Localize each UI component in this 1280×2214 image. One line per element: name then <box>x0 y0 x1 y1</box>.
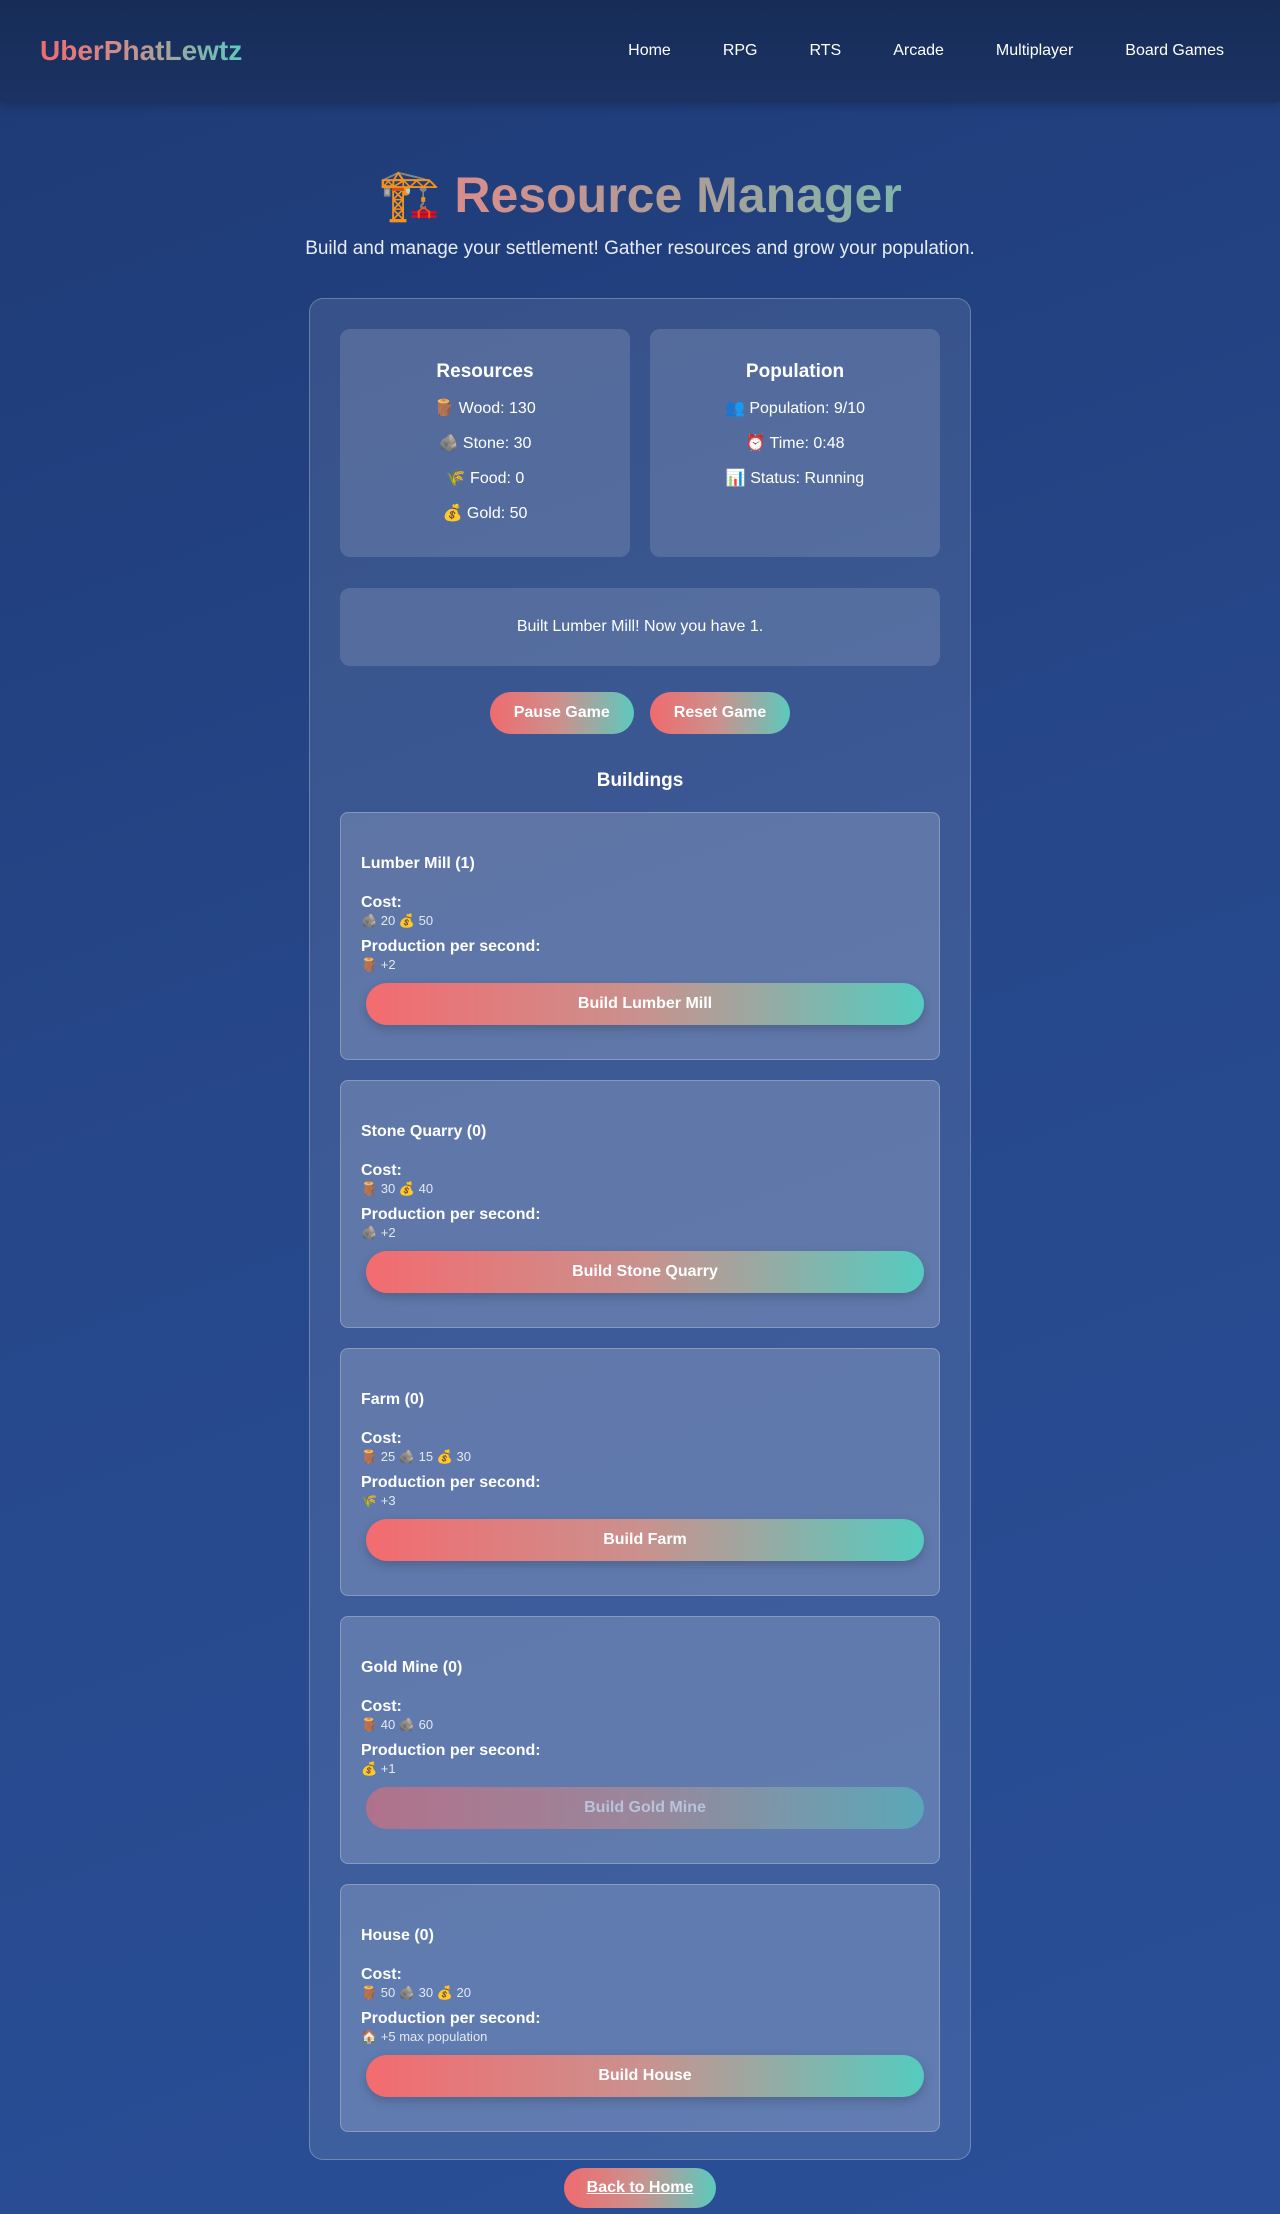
wood-stat: 🪵 Wood: 130 <box>434 400 536 417</box>
construction-icon: 🏗️ <box>378 167 441 223</box>
nav-link-multiplayer[interactable]: Multiplayer <box>970 42 1099 60</box>
build-gold-mine-button[interactable]: Build Gold Mine <box>366 1787 924 1829</box>
build-stone-quarry-button[interactable]: Build Stone Quarry <box>366 1251 924 1293</box>
cost-label: Cost: <box>361 1966 402 1983</box>
page-title-text: Resource Manager <box>454 167 902 223</box>
page-title: 🏗️ Resource Manager <box>0 162 1280 228</box>
building-name: House (0) <box>361 1927 434 1944</box>
message-box: Built Lumber Mill! Now you have 1. <box>340 588 940 666</box>
building-card-stone-quarry: Stone Quarry (0) Cost: 🪵 30 💰 40 Product… <box>340 1080 940 1328</box>
production-value: 🌾 +3 <box>361 1493 396 1508</box>
production-label: Production per second: <box>361 1474 541 1491</box>
resources-title: Resources <box>436 361 534 382</box>
production-label: Production per second: <box>361 938 541 955</box>
population-card: Population 👥 Population: 9/10 ⏰ Time: 0:… <box>650 329 940 557</box>
cost-label: Cost: <box>361 1430 402 1447</box>
cost-label: Cost: <box>361 1698 402 1715</box>
nav-links: Home RPG RTS Arcade Multiplayer Board Ga… <box>602 42 1240 60</box>
cost-value: 🪵 30 💰 40 <box>361 1181 434 1196</box>
nav-link-rts[interactable]: RTS <box>784 42 868 60</box>
build-lumber-mill-button[interactable]: Build Lumber Mill <box>366 983 924 1025</box>
cost-label: Cost: <box>361 894 402 911</box>
page-subtitle: Build and manage your settlement! Gather… <box>305 238 975 259</box>
game-panel: Resources 🪵 Wood: 130 🪨 Stone: 30 🌾 Food… <box>309 298 971 2160</box>
cost-label: Cost: <box>361 1162 402 1179</box>
building-card-farm: Farm (0) Cost: 🪵 25 🪨 15 💰 30 Production… <box>340 1348 940 1596</box>
reset-game-button[interactable]: Reset Game <box>649 692 791 734</box>
production-value: 💰 +1 <box>361 1761 396 1776</box>
nav-link-home[interactable]: Home <box>602 42 697 60</box>
cost-value: 🪵 40 🪨 60 <box>361 1717 434 1732</box>
production-label: Production per second: <box>361 1742 541 1759</box>
stone-stat: 🪨 Stone: 30 <box>438 435 532 452</box>
cost-value: 🪵 25 🪨 15 💰 30 <box>361 1449 471 1464</box>
building-name: Lumber Mill (1) <box>361 855 475 872</box>
building-name: Gold Mine (0) <box>361 1659 463 1676</box>
game-controls: Pause Game Reset Game <box>340 692 940 734</box>
resources-card: Resources 🪵 Wood: 130 🪨 Stone: 30 🌾 Food… <box>340 329 630 557</box>
status-stat: 📊 Status: Running <box>725 470 865 487</box>
gold-stat: 💰 Gold: 50 <box>442 505 528 522</box>
top-navbar: UberPhatLewtz Home RPG RTS Arcade Multip… <box>0 0 1280 102</box>
production-value: 🏠 +5 max population <box>361 2029 488 2044</box>
production-label: Production per second: <box>361 1206 541 1223</box>
population-title: Population <box>745 361 845 382</box>
back-to-home-button[interactable]: Back to Home <box>563 2168 717 2208</box>
building-card-house: House (0) Cost: 🪵 50 🪨 30 💰 20 Productio… <box>340 1884 940 2132</box>
brand-logo[interactable]: UberPhatLewtz <box>40 35 242 67</box>
nav-link-board-games[interactable]: Board Games <box>1099 42 1240 60</box>
buildings-list: Lumber Mill (1) Cost: 🪨 20 💰 50 Producti… <box>340 812 940 2132</box>
nav-link-rpg[interactable]: RPG <box>697 42 784 60</box>
production-value: 🪨 +2 <box>361 1225 396 1240</box>
nav-link-arcade[interactable]: Arcade <box>867 42 970 60</box>
cost-value: 🪨 20 💰 50 <box>361 913 434 928</box>
population-stat: 👥 Population: 9/10 <box>724 400 865 417</box>
build-farm-button[interactable]: Build Farm <box>366 1519 924 1561</box>
stats-row: Resources 🪵 Wood: 130 🪨 Stone: 30 🌾 Food… <box>340 329 940 557</box>
production-value: 🪵 +2 <box>361 957 396 972</box>
cost-value: 🪵 50 🪨 30 💰 20 <box>361 1985 471 2000</box>
food-stat: 🌾 Food: 0 <box>445 470 525 487</box>
production-label: Production per second: <box>361 2010 541 2027</box>
building-name: Stone Quarry (0) <box>361 1123 487 1140</box>
building-card-gold-mine: Gold Mine (0) Cost: 🪵 40 🪨 60 Production… <box>340 1616 940 1864</box>
page-header: 🏗️ Resource Manager Build and manage you… <box>0 102 1280 260</box>
time-stat: ⏰ Time: 0:48 <box>745 435 845 452</box>
buildings-title: Buildings <box>596 770 684 791</box>
pause-game-button[interactable]: Pause Game <box>489 692 634 734</box>
building-card-lumber-mill: Lumber Mill (1) Cost: 🪨 20 💰 50 Producti… <box>340 812 940 1060</box>
back-wrap: Back to Home <box>0 2168 1280 2208</box>
build-house-button[interactable]: Build House <box>366 2055 924 2097</box>
building-name: Farm (0) <box>361 1391 425 1408</box>
